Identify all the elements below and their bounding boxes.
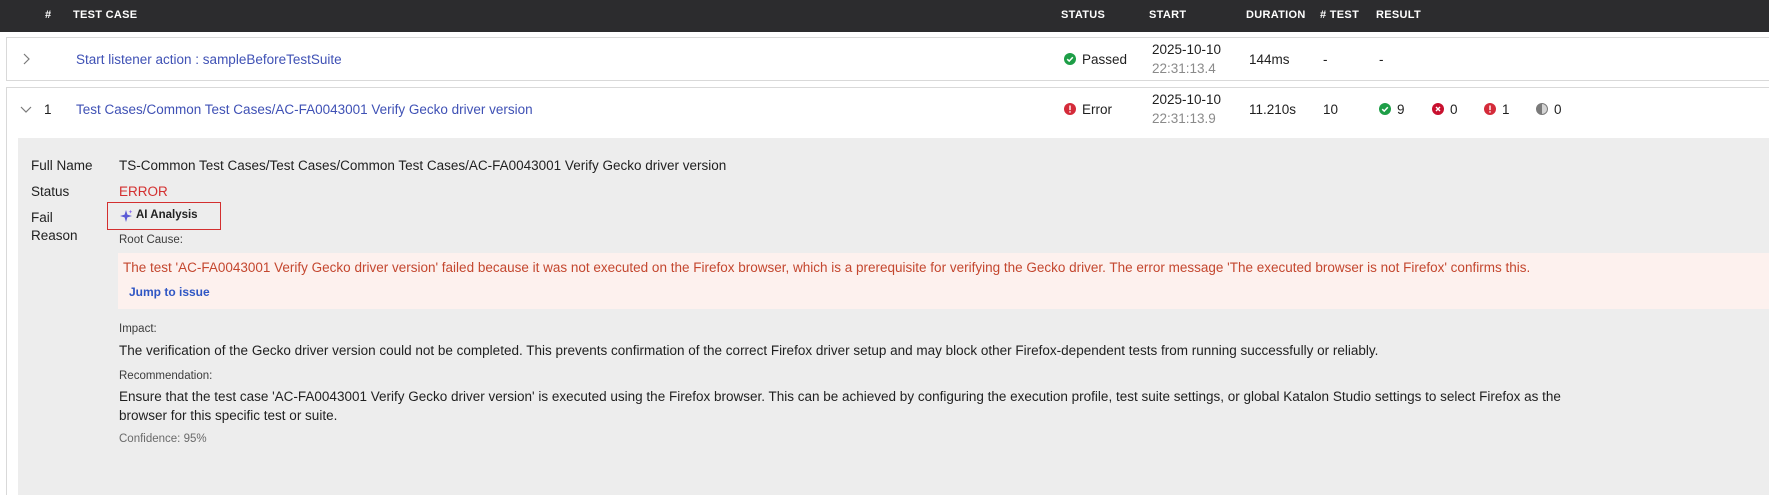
status-cell: Passed bbox=[1064, 52, 1127, 67]
fail-reason-label-1: Fail bbox=[31, 210, 53, 225]
header-test-case[interactable]: TEST CASE bbox=[73, 9, 137, 21]
header-result: RESULT bbox=[1376, 9, 1421, 21]
root-cause-box: The test 'AC-FA0043001 Verify Gecko driv… bbox=[118, 253, 1769, 309]
status-text: Error bbox=[1082, 102, 1112, 117]
header-start[interactable]: START bbox=[1149, 9, 1186, 21]
root-cause-label: Root Cause: bbox=[119, 234, 183, 246]
test-case-link[interactable]: Start listener action : sampleBeforeTest… bbox=[76, 52, 342, 67]
status-cell: Error bbox=[1064, 102, 1112, 117]
start-time: 22:31:13.9 bbox=[1152, 111, 1216, 126]
row-index: 1 bbox=[44, 102, 52, 117]
check-circle-icon bbox=[1064, 53, 1076, 65]
error-count: 1 bbox=[1502, 102, 1510, 117]
fail-reason-label-2: Reason bbox=[31, 228, 78, 243]
full-name-value: TS-Common Test Cases/Test Cases/Common T… bbox=[119, 158, 727, 173]
sparkle-icon bbox=[119, 209, 133, 223]
full-name-label: Full Name bbox=[31, 158, 93, 173]
status-value: ERROR bbox=[119, 184, 168, 199]
check-circle-icon bbox=[1379, 103, 1391, 115]
ai-analysis-button[interactable]: AI Analysis bbox=[107, 202, 221, 230]
test-case-link[interactable]: Test Cases/Common Test Cases/AC-FA004300… bbox=[76, 102, 533, 117]
result: - bbox=[1379, 52, 1384, 67]
table-header: # TEST CASE STATUS START DURATION # TEST… bbox=[0, 0, 1769, 32]
duration: 144ms bbox=[1249, 52, 1290, 67]
result-passed: 9 bbox=[1379, 102, 1405, 117]
error-circle-icon bbox=[1484, 103, 1496, 115]
chevron-right-icon[interactable] bbox=[19, 52, 33, 66]
recommendation-text-line2: browser for this specific test or suite. bbox=[119, 408, 338, 423]
status-text: Passed bbox=[1082, 52, 1128, 67]
result-error: 1 bbox=[1484, 102, 1510, 117]
header-duration[interactable]: DURATION bbox=[1246, 9, 1306, 21]
header-status[interactable]: STATUS bbox=[1061, 9, 1105, 21]
start-date: 2025-10-10 bbox=[1152, 92, 1222, 107]
skipped-count: 0 bbox=[1554, 102, 1562, 117]
confidence-text: Confidence: 95% bbox=[119, 433, 207, 445]
chevron-down-icon[interactable] bbox=[19, 102, 33, 116]
header-num: # bbox=[45, 9, 52, 21]
num-test: 10 bbox=[1323, 102, 1339, 117]
result-failed: 0 bbox=[1432, 102, 1458, 117]
x-circle-icon bbox=[1432, 103, 1444, 115]
recommendation-label: Recommendation: bbox=[119, 370, 213, 382]
detail-panel bbox=[18, 138, 1769, 495]
ai-analysis-label: AI Analysis bbox=[136, 209, 198, 221]
header-num-test[interactable]: # TEST bbox=[1320, 9, 1359, 21]
impact-label: Impact: bbox=[119, 323, 157, 335]
num-test: - bbox=[1323, 52, 1328, 67]
start-date: 2025-10-10 bbox=[1152, 42, 1222, 57]
duration: 11.210s bbox=[1249, 102, 1297, 117]
root-cause-text: The test 'AC-FA0043001 Verify Gecko driv… bbox=[123, 260, 1531, 275]
jump-to-issue-link[interactable]: Jump to issue bbox=[129, 285, 210, 299]
status-label: Status bbox=[31, 184, 70, 199]
impact-text: The verification of the Gecko driver ver… bbox=[119, 343, 1379, 358]
failed-count: 0 bbox=[1450, 102, 1458, 117]
recommendation-text-line1: Ensure that the test case 'AC-FA0043001 … bbox=[119, 389, 1561, 404]
error-circle-icon bbox=[1064, 103, 1076, 115]
half-circle-icon bbox=[1536, 103, 1548, 115]
result-skipped: 0 bbox=[1536, 102, 1562, 117]
passed-count: 9 bbox=[1397, 102, 1405, 117]
start-time: 22:31:13.4 bbox=[1152, 61, 1216, 76]
